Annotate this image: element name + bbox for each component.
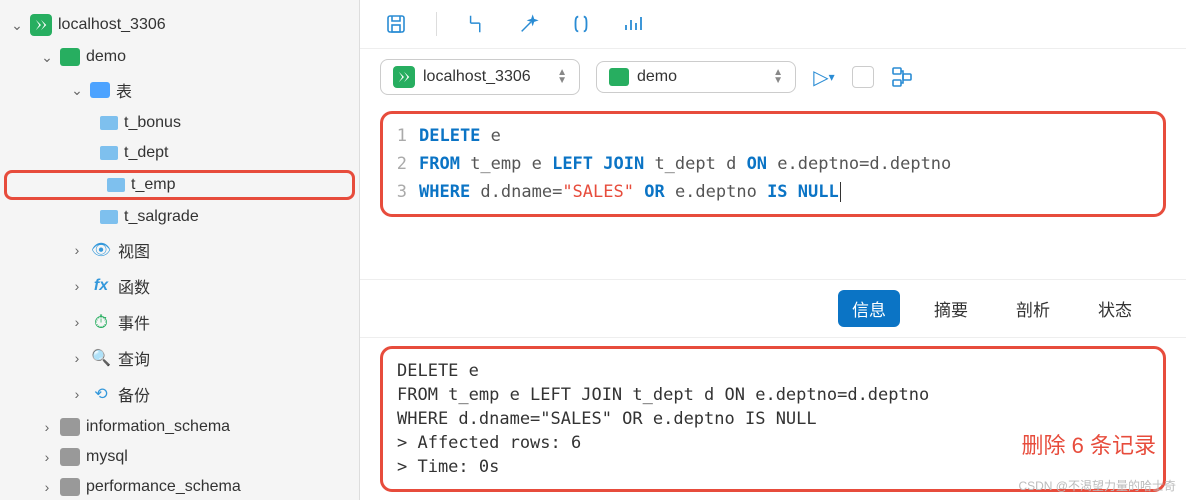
tree-backups[interactable]: ⟲ 备份 [0,376,359,412]
table-icon [100,210,118,224]
tab-info[interactable]: 信息 [838,290,900,327]
tree-table-t_bonus[interactable]: t_bonus [0,108,359,138]
format-icon[interactable] [465,12,489,36]
database-icon [60,478,80,496]
tree-functions-label: 函数 [118,274,150,298]
chevron-right-icon [70,386,84,402]
run-button[interactable]: ▷▾ [812,65,836,89]
tree-table-label: t_salgrade [124,208,199,226]
analyze-icon[interactable] [621,12,645,36]
chevron-right-icon [40,419,54,435]
output-log: DELETE e FROM t_emp e LEFT JOIN t_dept d… [380,346,1166,492]
tree-tables-label: 表 [116,78,132,102]
tree-functions[interactable]: fx 函数 [0,268,359,304]
database-selector-label: demo [637,68,677,86]
database-icon [609,68,629,86]
tab-profile[interactable]: 剖析 [1002,290,1064,327]
save-icon[interactable] [384,12,408,36]
sql-editor[interactable]: 123 DELETE eFROM t_emp e LEFT JOIN t_dep… [380,111,1166,217]
tree-table-label: t_emp [131,176,175,194]
toolbar [360,0,1186,49]
functions-icon: fx [90,275,112,297]
brackets-icon[interactable] [569,12,593,36]
chevron-down-icon [40,49,54,66]
database-icon [60,48,80,66]
stop-checkbox[interactable] [852,66,874,88]
chevron-down-icon [10,17,24,34]
context-selectors: localhost_3306 ▲▼ demo ▲▼ ▷▾ [360,49,1186,105]
chevron-right-icon [70,278,84,294]
database-selector[interactable]: demo ▲▼ [596,61,796,93]
table-icon [100,146,118,160]
tree-db-label: performance_schema [86,478,241,496]
connection-selector-label: localhost_3306 [423,68,531,86]
views-icon: 👁 [90,239,112,261]
tree-backups-label: 备份 [118,382,150,406]
sidebar: localhost_3306 demo 表 t_bonus t_dept t_e… [0,0,360,500]
chevron-right-icon [70,314,84,330]
tree-connection-label: localhost_3306 [58,16,166,34]
chevron-down-icon [70,82,84,99]
tree-connection[interactable]: localhost_3306 [0,8,359,42]
tree-queries-label: 查询 [118,346,150,370]
tree-table-t_emp[interactable]: t_emp [4,170,355,200]
connection-icon [393,66,415,88]
tree-events-label: 事件 [118,310,150,334]
explain-icon[interactable] [890,65,914,89]
tree-table-label: t_dept [124,144,168,162]
chevron-right-icon [40,449,54,465]
beautify-icon[interactable] [517,12,541,36]
result-tabs: 信息 摘要 剖析 状态 [360,279,1186,338]
main-panel: localhost_3306 ▲▼ demo ▲▼ ▷▾ 123 DELETE … [360,0,1186,500]
tables-icon [90,82,110,98]
database-icon [60,448,80,466]
chevron-right-icon [70,242,84,258]
line-gutter: 123 [383,122,419,206]
stepper-icon: ▲▼ [773,69,783,85]
tree-events[interactable]: ⏱ 事件 [0,304,359,340]
tab-status[interactable]: 状态 [1084,290,1146,327]
annotation-text: 删除 6 条记录 [1022,428,1156,460]
connection-selector[interactable]: localhost_3306 ▲▼ [380,59,580,95]
connection-icon [30,14,52,36]
tree-tables-folder[interactable]: 表 [0,72,359,108]
tree-db-label: mysql [86,448,128,466]
tree-database-performance-schema[interactable]: performance_schema [0,472,359,500]
sql-code[interactable]: DELETE eFROM t_emp e LEFT JOIN t_dept d … [419,122,1163,206]
separator [436,12,437,36]
tree-views[interactable]: 👁 视图 [0,232,359,268]
tree-db-label: demo [86,48,126,66]
tab-summary[interactable]: 摘要 [920,290,982,327]
database-icon [60,418,80,436]
tree-database-demo[interactable]: demo [0,42,359,72]
chevron-right-icon [40,479,54,495]
backups-icon: ⟲ [90,383,112,405]
stepper-icon: ▲▼ [557,69,567,85]
tree-database-mysql[interactable]: mysql [0,442,359,472]
events-icon: ⏱ [90,311,112,333]
table-icon [100,116,118,130]
tree-database-information-schema[interactable]: information_schema [0,412,359,442]
tree-db-label: information_schema [86,418,230,436]
tree-queries[interactable]: 🔍 查询 [0,340,359,376]
tree-table-t_dept[interactable]: t_dept [0,138,359,168]
watermark: CSDN @不渴望力量的哈士奇 [1018,477,1176,494]
table-icon [107,178,125,192]
tree-table-t_salgrade[interactable]: t_salgrade [0,202,359,232]
queries-icon: 🔍 [90,347,112,369]
tree-views-label: 视图 [118,238,150,262]
tree-table-label: t_bonus [124,114,181,132]
chevron-right-icon [70,350,84,366]
